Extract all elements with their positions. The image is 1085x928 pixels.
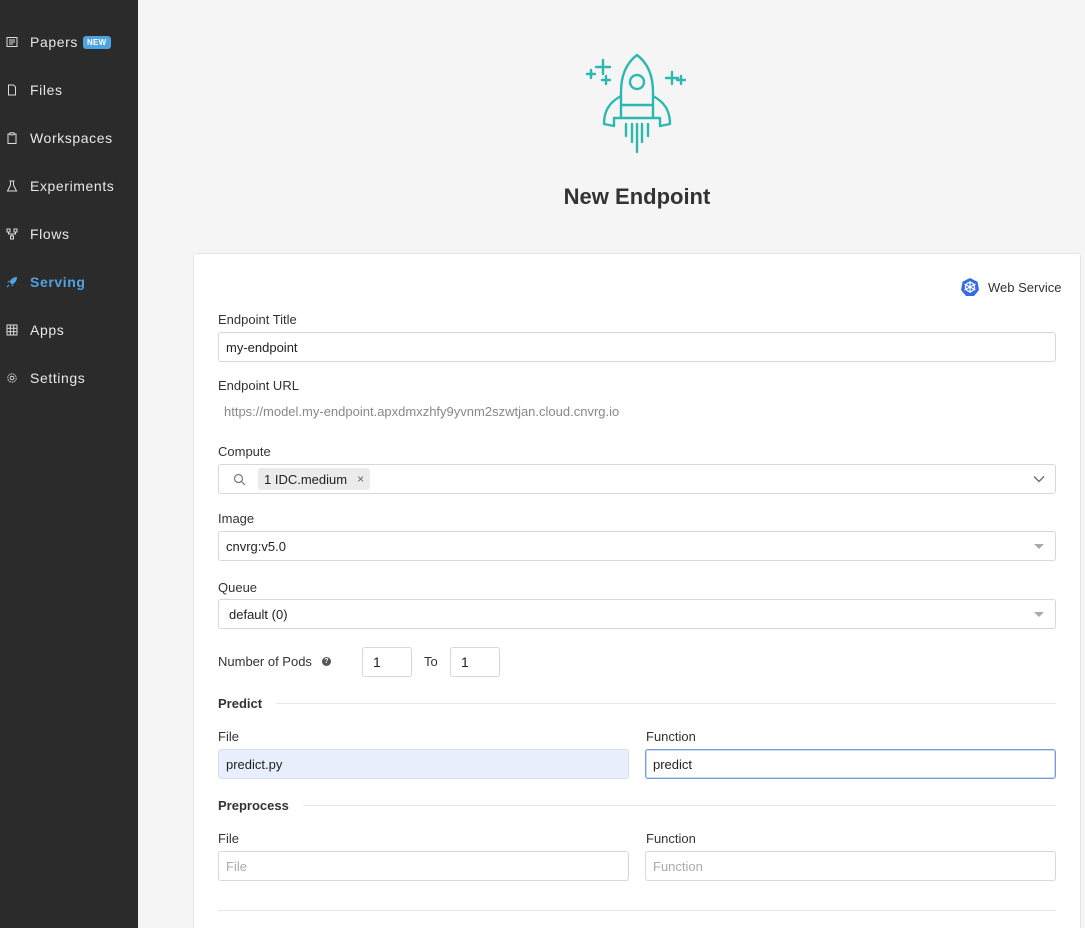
sidebar: Papers NEW Files Workspaces Experiments … [0, 0, 138, 928]
sidebar-item-label: Apps [30, 322, 65, 338]
gear-icon [0, 372, 30, 384]
sidebar-item-papers[interactable]: Papers NEW [0, 27, 138, 57]
sidebar-item-label: Flows [30, 226, 70, 242]
queue-select[interactable]: default (0) [218, 599, 1056, 629]
page-title: New Endpoint [563, 184, 711, 209]
predict-file-label: File [218, 729, 239, 744]
image-select-value: cnvrg:v5.0 [226, 538, 286, 554]
divider [276, 703, 1056, 704]
pods-min-input[interactable] [362, 647, 412, 677]
sidebar-item-workspaces[interactable]: Workspaces [0, 123, 138, 153]
image-select[interactable]: cnvrg:v5.0 [218, 531, 1056, 561]
sidebar-item-label: Workspaces [30, 130, 113, 146]
sidebar-item-label: Files [30, 82, 63, 98]
pods-max-input[interactable] [450, 647, 500, 677]
chevron-down-icon [1033, 476, 1045, 483]
pods-to-label: To [424, 654, 438, 669]
flask-icon [0, 180, 30, 192]
sidebar-item-settings[interactable]: Settings [0, 363, 138, 393]
preprocess-file-label: File [218, 831, 239, 846]
endpoint-url-label: Endpoint URL [218, 378, 299, 393]
sidebar-item-label: Serving [30, 274, 86, 290]
predict-file-input[interactable] [218, 749, 629, 779]
kubernetes-icon [961, 278, 979, 296]
endpoint-url-value: https://model.my-endpoint.apxdmxzhfy9yvn… [218, 397, 1056, 427]
grid-icon [0, 324, 30, 336]
papers-icon [0, 36, 30, 48]
sidebar-item-label: Papers [30, 34, 78, 50]
preprocess-function-label: Function [646, 831, 696, 846]
new-badge: NEW [82, 35, 111, 49]
endpoint-title-input[interactable] [218, 332, 1056, 362]
compute-label: Compute [218, 444, 271, 459]
sidebar-item-apps[interactable]: Apps [0, 315, 138, 345]
service-type-label: Web Service [988, 279, 1062, 295]
divider [218, 910, 1056, 911]
rocket-illustration-icon [584, 52, 690, 156]
rocket-icon [0, 276, 30, 288]
predict-function-input[interactable] [645, 749, 1056, 779]
help-icon[interactable]: ? [321, 657, 331, 666]
caret-down-icon [1034, 543, 1044, 549]
sidebar-item-serving[interactable]: Serving [0, 267, 138, 297]
pods-label-group: Number of Pods ? [218, 654, 331, 669]
sidebar-item-experiments[interactable]: Experiments [0, 171, 138, 201]
queue-select-value: default (0) [229, 606, 288, 622]
predict-section-title: Predict [218, 696, 263, 711]
caret-down-icon [1034, 611, 1044, 617]
image-label: Image [218, 511, 255, 526]
queue-label: Queue [218, 580, 258, 595]
pods-label: Number of Pods [218, 654, 312, 669]
compute-select[interactable]: 1 IDC.medium × [218, 464, 1056, 494]
clipboard-icon [0, 132, 30, 144]
chip-remove-icon[interactable]: × [357, 472, 364, 486]
sidebar-item-label: Experiments [30, 178, 115, 194]
search-icon [233, 473, 246, 485]
endpoint-title-label: Endpoint Title [218, 312, 297, 327]
sidebar-item-label: Settings [30, 370, 86, 386]
compute-chip: 1 IDC.medium × [258, 468, 371, 490]
divider [302, 805, 1056, 806]
file-icon [0, 84, 30, 96]
preprocess-section-header: Preprocess [218, 798, 1056, 813]
flow-icon [0, 228, 30, 240]
predict-section-header: Predict [218, 696, 1056, 711]
sidebar-item-files[interactable]: Files [0, 75, 138, 105]
predict-function-label: Function [646, 729, 696, 744]
preprocess-file-input[interactable] [218, 851, 629, 881]
sidebar-item-flows[interactable]: Flows [0, 219, 138, 249]
preprocess-section-title: Preprocess [218, 798, 289, 813]
service-type: Web Service [960, 277, 1061, 297]
compute-chip-label: 1 IDC.medium [264, 471, 348, 487]
preprocess-function-input[interactable] [645, 851, 1056, 881]
